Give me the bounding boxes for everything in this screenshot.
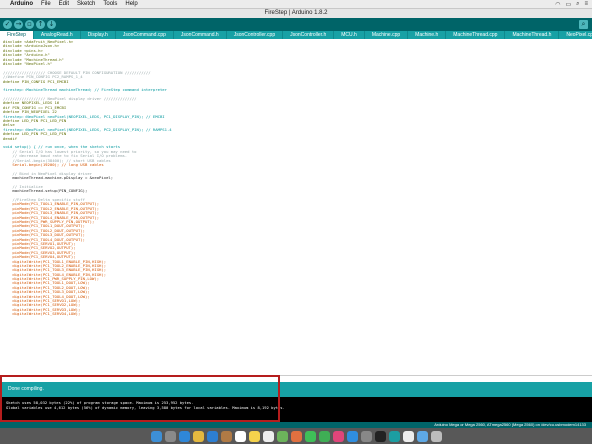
new-file-icon: ▫ xyxy=(27,20,32,28)
arrow-up-icon: ↑ xyxy=(37,20,44,28)
maps-icon[interactable] xyxy=(276,430,288,442)
menu-bar: Arduino File Edit Sketch Tools Help ◠ ▭ … xyxy=(0,0,592,9)
console-line: Global variables use 4,612 bytes (56%) o… xyxy=(6,405,285,410)
appstore-icon[interactable] xyxy=(346,430,358,442)
tab-mcu-h[interactable]: MCU.h xyxy=(334,31,365,39)
tab-jsoncontroller-cpp[interactable]: JsonController.cpp xyxy=(227,31,284,39)
safari-icon[interactable] xyxy=(178,430,190,442)
launchpad-icon[interactable] xyxy=(164,430,176,442)
toolbar: ✓ → ▫ ↑ ↓ ⌕ xyxy=(0,18,592,31)
wifi-icon[interactable]: ◠ xyxy=(555,1,560,8)
serial-monitor-button[interactable]: ⌕ xyxy=(579,20,588,29)
textedit-icon[interactable] xyxy=(402,430,414,442)
menu-app-name[interactable]: Arduino xyxy=(10,1,33,7)
tab-display-h[interactable]: Display.h xyxy=(81,31,116,39)
itunes-icon[interactable] xyxy=(332,430,344,442)
upload-button[interactable]: → xyxy=(14,20,23,29)
verify-button[interactable]: ✓ xyxy=(3,20,12,29)
messages-icon[interactable] xyxy=(304,430,316,442)
tab-analogread-h[interactable]: AnalogRead.h xyxy=(34,31,81,39)
battery-icon[interactable]: ▭ xyxy=(565,1,571,8)
window-title: FireStep | Arduino 1.8.2 xyxy=(0,9,592,18)
save-button[interactable]: ↓ xyxy=(47,20,56,29)
trash-icon[interactable] xyxy=(430,430,442,442)
check-icon: ✓ xyxy=(4,20,11,28)
notes-icon[interactable] xyxy=(248,430,260,442)
tab-machinethread-h[interactable]: MachineThread.h xyxy=(505,31,560,39)
tab-machine-cpp[interactable]: Machine.cpp xyxy=(365,31,409,39)
tab-jsoncommand-h[interactable]: JsonCommand.h xyxy=(174,31,227,39)
status-icons: ◠ ▭ ⌕ ≡ xyxy=(555,1,592,8)
magnifier-icon: ⌕ xyxy=(581,20,586,28)
tab-bar: FireStep AnalogRead.h Display.h JsonCommand… xyxy=(0,31,592,39)
chrome-icon[interactable] xyxy=(192,430,204,442)
tab-jsoncommand-cpp[interactable]: JsonCommand.cpp xyxy=(116,31,174,39)
open-button[interactable]: ↑ xyxy=(36,20,45,29)
menu-file[interactable]: File xyxy=(41,1,51,7)
dock xyxy=(0,428,592,444)
menu-help[interactable]: Help xyxy=(125,1,137,7)
tab-machine-h[interactable]: Machine.h xyxy=(408,31,447,39)
reminders-icon[interactable] xyxy=(262,430,274,442)
menu-sketch[interactable]: Sketch xyxy=(77,1,95,7)
folder-icon[interactable] xyxy=(416,430,428,442)
code-line: digitalWrite(PC1_SERVO4,LOW); xyxy=(3,311,81,317)
finder-icon[interactable] xyxy=(150,430,162,442)
arrow-right-icon: → xyxy=(15,20,22,28)
tab-machinethread-cpp[interactable]: MachineThread.cpp xyxy=(446,31,506,39)
search-icon[interactable]: ⌕ xyxy=(576,1,579,8)
photos-icon[interactable] xyxy=(290,430,302,442)
mail-icon[interactable] xyxy=(206,430,218,442)
code-editor[interactable]: #include <AdaFruit_NeoPixel.h> #include <… xyxy=(0,39,592,376)
facetime-icon[interactable] xyxy=(318,430,330,442)
new-button[interactable]: ▫ xyxy=(25,20,34,29)
tab-jsoncontroller-h[interactable]: JsonController.h xyxy=(283,31,335,39)
contacts-icon[interactable] xyxy=(220,430,232,442)
console-output[interactable]: Sketch uses 58,032 bytes (22%) of progra… xyxy=(0,397,592,425)
menu-edit[interactable]: Edit xyxy=(59,1,69,7)
prefs-icon[interactable] xyxy=(360,430,372,442)
menu-tools[interactable]: Tools xyxy=(103,1,117,7)
arrow-down-icon: ↓ xyxy=(48,20,55,28)
tab-firestep[interactable]: FireStep xyxy=(0,31,34,39)
tab-neopixel-cpp[interactable]: NeoPixel.cpp xyxy=(559,31,592,39)
terminal-icon[interactable] xyxy=(374,430,386,442)
notification-icon[interactable]: ≡ xyxy=(584,1,588,8)
status-message: Done compiling. xyxy=(0,382,592,397)
arduino-icon[interactable] xyxy=(388,430,400,442)
calendar-icon[interactable] xyxy=(234,430,246,442)
